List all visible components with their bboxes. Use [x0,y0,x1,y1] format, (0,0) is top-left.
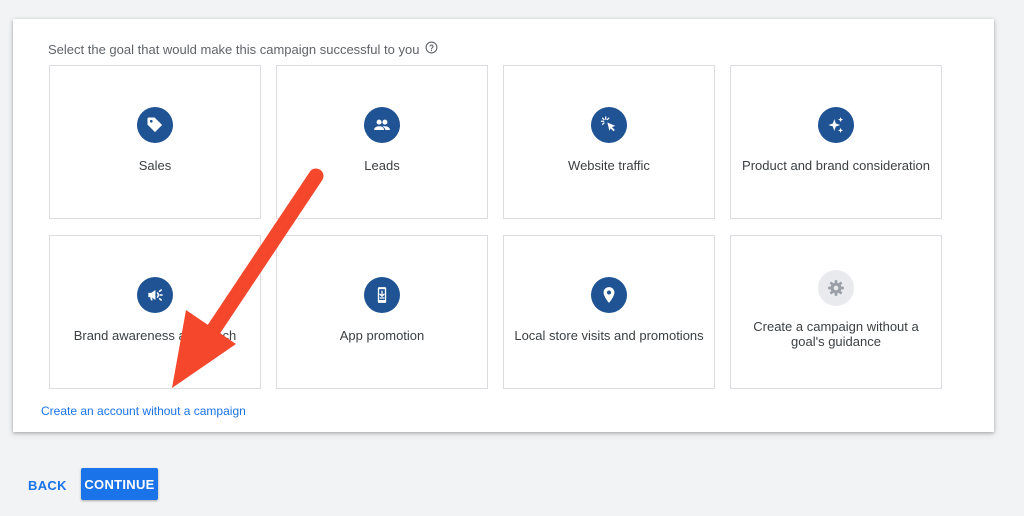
goal-label: Brand awareness and reach [73,328,237,343]
back-button[interactable]: BACK [28,478,67,493]
goal-tile-leads[interactable]: Leads [276,65,488,219]
goal-tile-app-promotion[interactable]: App promotion [276,235,488,389]
goal-tile-local-store-visits[interactable]: Local store visits and promotions [503,235,715,389]
gear-icon [818,270,854,306]
goal-prompt-text: Select the goal that would make this cam… [48,42,420,57]
sparkle-icon [818,107,854,143]
cursor-click-icon [591,107,627,143]
megaphone-icon [137,277,173,313]
help-circle-icon[interactable] [425,41,438,54]
goal-selection-card: Select the goal that would make this cam… [13,19,994,432]
location-pin-icon [591,277,627,313]
goal-label: Create a campaign without a goal's guida… [753,319,919,349]
goal-label: Local store visits and promotions [514,328,704,343]
goal-label: Product and brand consideration [742,158,930,173]
people-icon [364,107,400,143]
goal-tile-product-brand-consideration[interactable]: Product and brand consideration [730,65,942,219]
goal-tile-sales[interactable]: Sales [49,65,261,219]
goal-tile-brand-awareness[interactable]: Brand awareness and reach [49,235,261,389]
goal-prompt: Select the goal that would make this cam… [48,41,438,57]
create-account-without-campaign-link[interactable]: Create an account without a campaign [41,404,246,418]
continue-button[interactable]: CONTINUE [81,468,158,500]
tag-icon [137,107,173,143]
goal-label: App promotion [339,328,425,343]
goal-label: Website traffic [568,158,650,173]
goal-label: Leads [364,158,400,173]
goal-tile-website-traffic[interactable]: Website traffic [503,65,715,219]
goal-label: Sales [138,158,172,173]
phone-download-icon [364,277,400,313]
goal-tile-no-goal-guidance[interactable]: Create a campaign without a goal's guida… [730,235,942,389]
